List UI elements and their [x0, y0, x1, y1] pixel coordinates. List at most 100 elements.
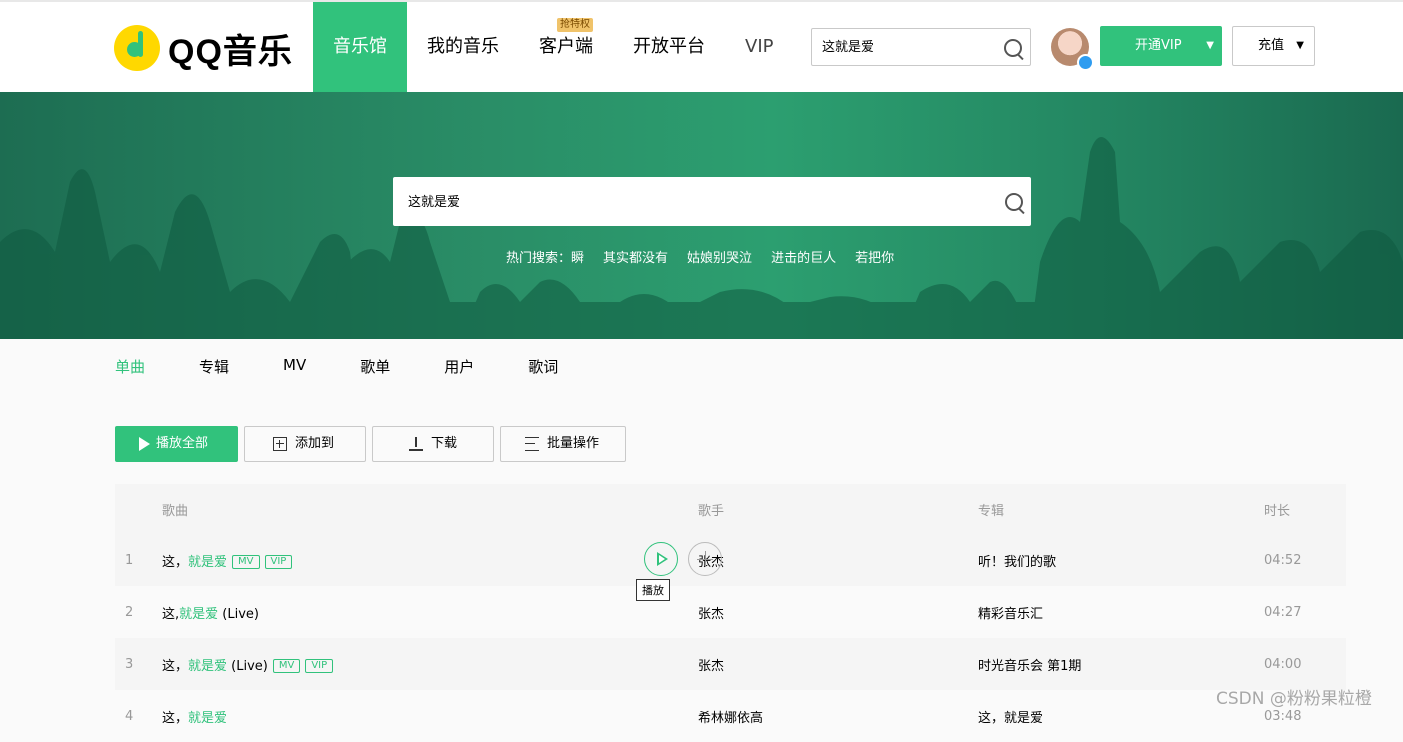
nav-label: 音乐馆	[333, 36, 387, 57]
play-icon[interactable]	[644, 542, 678, 576]
header-search-box	[811, 28, 1031, 66]
watermark: CSDN @粉粉果粒橙	[1216, 689, 1372, 709]
add-icon	[273, 437, 287, 451]
song-title-highlight[interactable]: 就是爱	[179, 607, 218, 622]
tab-users[interactable]: 用户	[444, 356, 474, 377]
col-num	[115, 484, 161, 534]
hot-search-item[interactable]: 其实都没有	[603, 247, 668, 266]
privilege-badge: 抢特权	[557, 18, 593, 32]
singer-link[interactable]: 张杰	[697, 638, 977, 690]
row-operations	[644, 542, 732, 576]
add-icon[interactable]	[688, 542, 722, 576]
table-row[interactable]: 1 这，就是爱 MV VIP 张杰 听！我们的歌 04:52	[115, 534, 1346, 586]
nav-item-vip[interactable]: VIP	[725, 2, 793, 92]
mv-tag[interactable]: MV	[272, 659, 301, 673]
hot-search-item[interactable]: 若把你	[855, 247, 894, 266]
charge-label: 充值	[1258, 38, 1285, 53]
col-album: 专辑	[977, 484, 1263, 534]
banner-search-input[interactable]	[408, 193, 968, 208]
batch-operation-button[interactable]: 批量操作	[500, 426, 626, 462]
nav-label: VIP	[745, 36, 774, 57]
chevron-down-icon[interactable]: ▼	[1206, 26, 1214, 66]
batch-label: 批量操作	[547, 436, 600, 451]
album-link[interactable]: 听！我们的歌	[977, 534, 1263, 586]
song-title-highlight[interactable]: 就是爱	[188, 711, 227, 726]
vip-tag: VIP	[305, 659, 334, 673]
song-title-suffix[interactable]: (Live)	[218, 607, 259, 622]
play-icon	[139, 437, 150, 451]
hot-search-item[interactable]: 姑娘别哭泣	[687, 247, 752, 266]
search-icon[interactable]	[1005, 193, 1023, 211]
row-number: 3	[115, 638, 161, 690]
chevron-down-icon[interactable]: ▼	[1296, 27, 1304, 65]
row-number: 2	[115, 586, 161, 638]
open-vip-button[interactable]: 开通VIP ▼	[1100, 26, 1222, 66]
download-button[interactable]: 下载	[372, 426, 494, 462]
banner-search-box	[393, 177, 1031, 226]
search-icon[interactable]	[1004, 39, 1022, 57]
song-title-suffix[interactable]: (Live)	[227, 659, 268, 674]
song-title-highlight[interactable]: 就是爱	[188, 555, 227, 570]
song-cell: 这，就是爱 (Live) MV VIP	[161, 638, 697, 690]
user-status-icon	[1077, 54, 1094, 71]
batch-icon	[525, 437, 539, 451]
site-header: QQ音乐 音乐馆 我的音乐 客户端 抢特权 开放平台 VIP 开通VIP ▼ 充值 ▼	[0, 2, 1403, 92]
tab-playlists[interactable]: 歌单	[360, 356, 390, 377]
play-all-button[interactable]: 播放全部	[115, 426, 238, 462]
action-bar: 播放全部 添加到 下载 批量操作	[115, 426, 632, 462]
nav-item-open-platform[interactable]: 开放平台	[613, 2, 725, 92]
song-title-prefix[interactable]: 这，	[162, 555, 188, 570]
tab-albums[interactable]: 专辑	[199, 356, 229, 377]
singer-link[interactable]: 张杰	[697, 586, 977, 638]
music-note-icon	[114, 25, 160, 71]
play-tooltip: 播放	[636, 579, 670, 601]
table-row[interactable]: 3 这，就是爱 (Live) MV VIP 张杰 时光音乐会 第1期 04:00	[115, 638, 1346, 690]
song-title-prefix[interactable]: 这，	[162, 711, 188, 726]
song-cell: 这,就是爱 (Live)	[161, 586, 697, 638]
search-banner: 热门搜索： 瞬 其实都没有 姑娘别哭泣 进击的巨人 若把你	[0, 92, 1403, 339]
duration: 04:52	[1263, 534, 1346, 586]
col-duration: 时长	[1263, 484, 1346, 534]
hot-search-label: 热门搜索：	[506, 251, 572, 266]
tab-lyrics[interactable]: 歌词	[528, 356, 558, 377]
nav-item-music-hall[interactable]: 音乐馆	[313, 2, 407, 92]
song-title-prefix[interactable]: 这，	[162, 659, 188, 674]
hot-search-item[interactable]: 瞬	[571, 247, 584, 266]
logo[interactable]: QQ音乐	[114, 24, 293, 72]
nav-label: 我的音乐	[427, 36, 499, 57]
download-icon	[409, 437, 423, 451]
col-singer: 歌手	[697, 484, 977, 534]
charge-button[interactable]: 充值 ▼	[1232, 26, 1315, 66]
add-to-button[interactable]: 添加到	[244, 426, 366, 462]
vip-tag: VIP	[264, 555, 293, 569]
col-song: 歌曲	[161, 484, 697, 534]
hot-searches: 热门搜索： 瞬 其实都没有 姑娘别哭泣 进击的巨人 若把你	[506, 247, 913, 266]
main-nav: 音乐馆 我的音乐 客户端 抢特权 开放平台 VIP	[313, 2, 793, 92]
nav-label: 客户端	[539, 36, 593, 57]
nav-label: 开放平台	[633, 36, 705, 57]
singer-link[interactable]: 希林娜依高	[697, 690, 977, 742]
add-to-label: 添加到	[295, 436, 335, 451]
duration: 04:27	[1263, 586, 1346, 638]
nav-item-client[interactable]: 客户端 抢特权	[519, 2, 613, 92]
table-row[interactable]: 2 这,就是爱 (Live) 张杰 精彩音乐汇 04:27	[115, 586, 1346, 638]
play-all-label: 播放全部	[156, 436, 209, 451]
album-link[interactable]: 时光音乐会 第1期	[977, 638, 1263, 690]
song-title-prefix[interactable]: 这,	[162, 607, 179, 622]
header-search-input[interactable]	[822, 38, 992, 53]
album-link[interactable]: 精彩音乐汇	[977, 586, 1263, 638]
logo-text: QQ音乐	[168, 32, 293, 71]
song-cell: 这，就是爱 MV VIP	[161, 534, 722, 586]
table-row[interactable]: 4 这，就是爱 希林娜依高 这，就是爱 03:48	[115, 690, 1346, 742]
hot-search-item[interactable]: 进击的巨人	[771, 247, 836, 266]
nav-item-my-music[interactable]: 我的音乐	[407, 2, 519, 92]
song-cell: 这，就是爱	[161, 690, 697, 742]
tab-songs[interactable]: 单曲	[115, 356, 145, 377]
mv-tag[interactable]: MV	[232, 555, 260, 569]
tab-mv[interactable]: MV	[283, 356, 306, 377]
song-title-highlight[interactable]: 就是爱	[188, 659, 227, 674]
singer-link[interactable]: 张杰	[697, 534, 977, 586]
result-tabs: 单曲 专辑 MV 歌单 用户 歌词	[115, 356, 612, 377]
row-number: 1	[115, 534, 161, 586]
open-vip-label: 开通VIP	[1135, 38, 1182, 53]
